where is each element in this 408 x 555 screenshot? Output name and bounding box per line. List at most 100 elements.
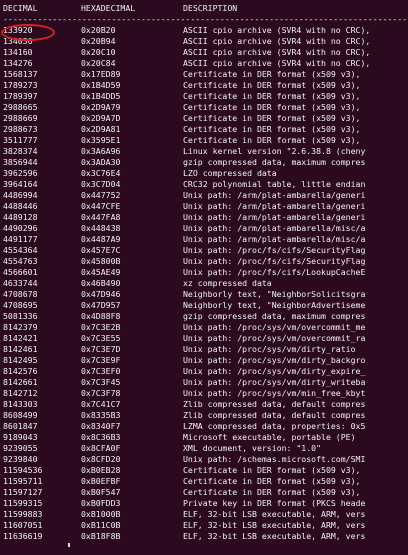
decimal-cell: 8142661 (3, 377, 38, 387)
table-row: 134160 0x20C10 ASCII cpio archive (SVR4 wi… (0, 47, 408, 58)
description-cell: Certificate in DER format (x509 v3), (183, 135, 361, 145)
description-cell: Unix path: /proc/sys/vm/dirty_writeba (183, 377, 366, 387)
table-row: 8142379 0x7C3E2B Unix path: /proc/sys/vm/o… (0, 322, 408, 333)
decimal-cell: 3828374 (3, 146, 38, 156)
hex-cell: 0x45800B (81, 256, 121, 266)
description-cell: Unix path: /proc/sys/vm/min_free_kbyt (183, 388, 366, 398)
hex-cell: 0x3C76E4 (81, 168, 121, 178)
decimal-cell: 4554763 (3, 256, 38, 266)
decimal-cell: 4554364 (3, 245, 38, 255)
description-cell: Unix path: /proc/sys/vm/overcommit_ra (183, 333, 366, 343)
table-row: 11595711 0xB0EFBF Certificate in DER forma… (0, 476, 408, 487)
text-cursor (68, 543, 70, 547)
hex-cell: 0x457E7C (81, 245, 121, 255)
table-row: 134276 0x20C84 ASCII cpio archive (SVR4 wi… (0, 58, 408, 69)
header-separator: ----------------------------------------… (3, 14, 408, 24)
hex-cell: 0x4D88F8 (81, 311, 121, 321)
decimal-cell: 11636619 (3, 531, 43, 541)
table-row: 8142421 0x7C3E55 Unix path: /proc/sys/vm/o… (0, 333, 408, 344)
hex-cell: 0x20B94 (81, 36, 116, 46)
table-row: 4554763 0x45800B Unix path: /proc/fs/cifs/… (0, 256, 408, 267)
table-row: 3511777 0x3595E1 Certificate in DER format… (0, 135, 408, 146)
decimal-cell: 11599315 (3, 498, 43, 508)
decimal-cell: 8601847 (3, 421, 38, 431)
decimal-cell: 1568137 (3, 69, 38, 79)
description-cell: Certificate in DER format (x509 v3), (183, 113, 361, 123)
decimal-cell: 4490296 (3, 223, 38, 233)
decimal-cell: 134036 (3, 36, 33, 46)
description-cell: LZMA compressed data, properties: 0x5 (183, 421, 366, 431)
table-row: 11597127 0xB0F547 Certificate in DER forma… (0, 487, 408, 498)
decimal-cell: 8142379 (3, 322, 38, 332)
table-row: 3828374 0x3A6A96 Linux kernel version "2.6… (0, 146, 408, 157)
hex-cell: 0x4487A9 (81, 234, 121, 244)
hex-cell: 0x2D9A81 (81, 124, 121, 134)
hex-cell: 0x47D946 (81, 289, 121, 299)
decimal-cell: 8608499 (3, 410, 38, 420)
table-row: 4708695 0x47D957 Neighborly text, "Neighbo… (0, 300, 408, 311)
decimal-cell: 1789273 (3, 80, 38, 90)
decimal-cell: 4633744 (3, 278, 38, 288)
decimal-cell: 2988669 (3, 113, 38, 123)
decimal-cell: 11595711 (3, 476, 43, 486)
hex-cell: 0x8340F7 (81, 421, 121, 431)
hex-cell: 0x7C3F78 (81, 388, 121, 398)
description-cell: ASCII cpio archive (SVR4 with no CRC), (183, 36, 371, 46)
hex-cell: 0x7C3EF0 (81, 366, 121, 376)
table-row: 1568137 0x17ED89 Certificate in DER format… (0, 69, 408, 80)
hex-cell: 0x8CFD20 (81, 454, 121, 464)
table-row: 2988673 0x2D9A81 Certificate in DER format… (0, 124, 408, 135)
decimal-cell: 5081336 (3, 311, 38, 321)
description-cell: ELF, 32-bit LSB executable, ARM, vers (183, 520, 366, 530)
table-row: 11607051 0xB11C0B ELF, 32-bit LSB executab… (0, 520, 408, 531)
description-cell: Certificate in DER format (x509 v3), (183, 91, 361, 101)
hex-cell: 0x3A6A96 (81, 146, 121, 156)
hex-cell: 0x8CFA0F (81, 443, 121, 453)
table-row: 4489128 0x447FA8 Unix path: /arm/plat-amba… (0, 212, 408, 223)
description-cell: Certificate in DER format (x509 v3), (183, 80, 361, 90)
table-row: 9239055 0x8CFA0F XML document, version: "1… (0, 443, 408, 454)
hex-cell: 0x3595E1 (81, 135, 121, 145)
description-cell: ASCII cpio archive (SVR4 with no CRC), (183, 25, 371, 35)
description-cell: Zlib compressed data, default compres (183, 399, 366, 409)
table-row: 133920 0x20B20 ASCII cpio archive (SVR4 wi… (0, 25, 408, 36)
header-hexadecimal: HEXADECIMAL (81, 3, 136, 13)
decimal-cell: 4708678 (3, 289, 38, 299)
description-cell: gzip compressed data, maximum compres (183, 157, 366, 167)
description-cell: Unix path: /proc/fs/cifs/SecurityFlag (183, 245, 366, 255)
header-decimal: DECIMAL (3, 3, 38, 13)
decimal-cell: 9239840 (3, 454, 38, 464)
description-cell: Unix path: /proc/sys/vm/dirty_ratio (183, 344, 356, 354)
hex-cell: 0x1B4DD5 (81, 91, 121, 101)
terminal-output: DECIMAL HEXADECIMAL DESCRIPTION --------… (0, 0, 408, 555)
table-row: 1789397 0x1B4DD5 Certificate in DER format… (0, 91, 408, 102)
hex-cell: 0xB0EB28 (81, 465, 121, 475)
description-cell: ASCII cpio archive (SVR4 with no CRC), (183, 58, 371, 68)
table-row: 8142712 0x7C3F78 Unix path: /proc/sys/vm/m… (0, 388, 408, 399)
description-cell: Unix path: /proc/sys/vm/dirty_backgro (183, 355, 366, 365)
table-row: 4488446 0x447CFE Unix path: /arm/plat-amba… (0, 201, 408, 212)
decimal-cell: 1789397 (3, 91, 38, 101)
table-row: 8608499 0x8335B3 Zlib compressed data, def… (0, 410, 408, 421)
description-cell: XML document, version: "1.0" (183, 443, 322, 453)
decimal-cell: 2988665 (3, 102, 38, 112)
table-row: 5081336 0x4D88F8 gzip compressed data, max… (0, 311, 408, 322)
hex-cell: 0x7C3E2B (81, 322, 121, 332)
decimal-cell: 9239055 (3, 443, 38, 453)
description-cell: ASCII cpio archive (SVR4 with no CRC), (183, 47, 371, 57)
decimal-cell: 3856944 (3, 157, 38, 167)
description-cell: Certificate in DER format (x509 v3), (183, 476, 361, 486)
decimal-cell: 134160 (3, 47, 33, 57)
hex-cell: 0x8C36B3 (81, 432, 121, 442)
hex-cell: 0x448438 (81, 223, 121, 233)
decimal-cell: 2988673 (3, 124, 38, 134)
hex-cell: 0x45AE49 (81, 267, 121, 277)
table-row: 8142495 0x7C3E9F Unix path: /proc/sys/vm/d… (0, 355, 408, 366)
description-cell: Zlib compressed data, default compres (183, 410, 366, 420)
decimal-cell: 11594536 (3, 465, 43, 475)
decimal-cell: 3962596 (3, 168, 38, 178)
table-row: 134036 0x20B94 ASCII cpio archive (SVR4 wi… (0, 36, 408, 47)
table-row: 8143303 0x7C41C7 Zlib compressed data, def… (0, 399, 408, 410)
decimal-cell: 11599883 (3, 509, 43, 519)
table-row: 11636619 0xB18F8B ELF, 32-bit LSB executab… (0, 531, 408, 542)
